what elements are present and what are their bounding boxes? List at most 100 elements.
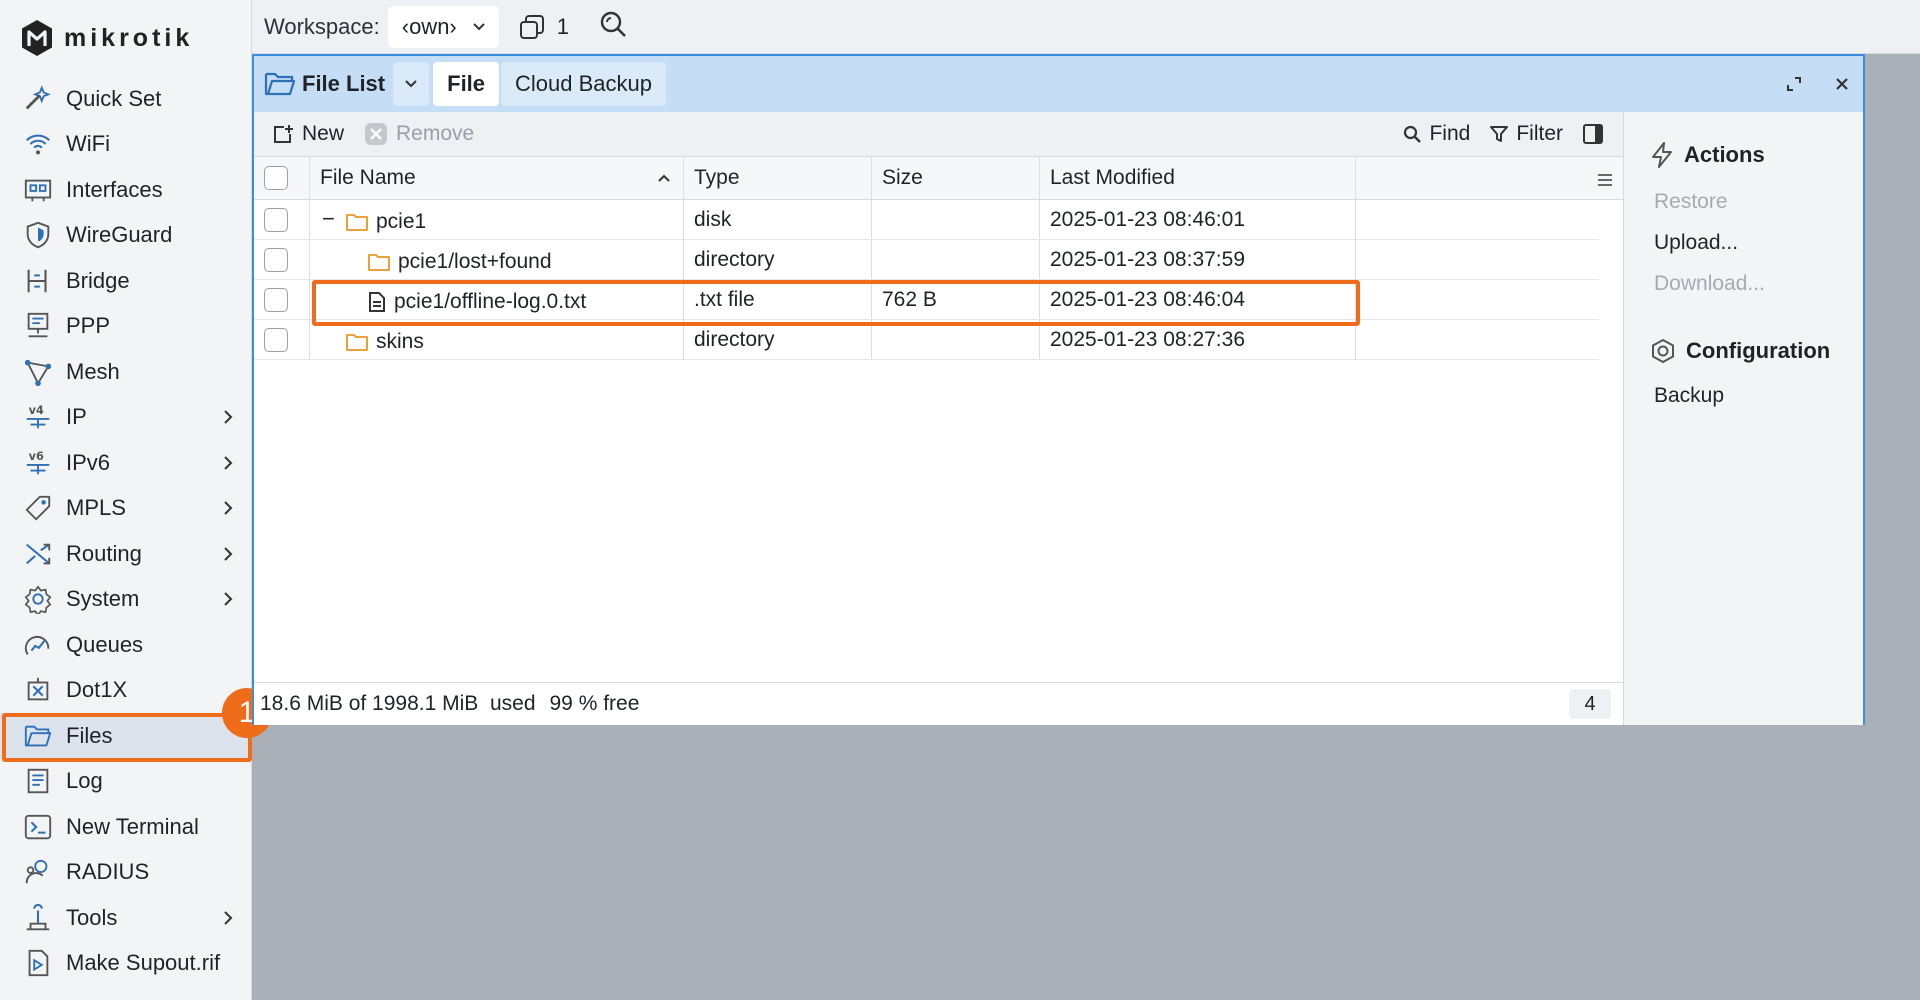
sidebar-item-wireguard[interactable]: WireGuard [0, 213, 252, 259]
windows-button[interactable]: 1 [519, 14, 569, 40]
row-select-cell [254, 280, 310, 319]
sidebar-item-queues[interactable]: Queues [0, 622, 252, 668]
column-header-last-modified[interactable]: Last Modified [1040, 157, 1356, 199]
topbar: Workspace: ‹own› 1 [252, 0, 1920, 54]
file-name-cell: pcie1/offline-log.0.txt [310, 280, 684, 319]
sidebar-item-wifi[interactable]: WiFi [0, 122, 252, 168]
row-checkbox[interactable] [264, 327, 288, 352]
file-name-cell: − pcie1 [310, 200, 684, 239]
new-button[interactable]: New [262, 112, 354, 156]
column-menu-button[interactable] [1597, 169, 1613, 193]
side-panel: Actions Restore Upload... Download... Co… [1623, 112, 1863, 725]
sidebar-item-label: Queues [66, 631, 144, 657]
table-row[interactable]: − pcie1 disk 2025-01-23 08:46:01 [254, 200, 1599, 240]
restore-action[interactable]: Restore [1654, 190, 1728, 214]
mikrotik-logo: MikroTik [20, 18, 193, 58]
toggle-side-panel-button[interactable] [1573, 112, 1613, 156]
sidebar-item-label: WireGuard [66, 222, 173, 248]
sidebar-item-radius[interactable]: RADIUS [0, 850, 252, 896]
disk-usage-text: 18.6 MiB of 1998.1 MiB used [260, 692, 536, 715]
quick-set-icon [22, 83, 54, 115]
sidebar-item-bridge[interactable]: Bridge [0, 258, 252, 304]
sidebar-item-ip[interactable]: v4 IP [0, 395, 252, 441]
maximize-button[interactable] [1780, 70, 1808, 98]
sidebar-item-ppp[interactable]: PPP [0, 304, 252, 350]
sidebar-item-interfaces[interactable]: Interfaces [0, 167, 252, 213]
size-cell [872, 200, 1040, 239]
type-cell: disk [684, 200, 872, 239]
sidebar-item-routing[interactable]: Routing [0, 531, 252, 577]
tab-cloud-backup[interactable]: Cloud Backup [501, 62, 667, 106]
system-icon [22, 583, 54, 615]
brand-name: MikroTik [64, 23, 194, 52]
find-button[interactable]: Find [1393, 112, 1480, 156]
file-type: directory [694, 247, 775, 271]
row-checkbox[interactable] [264, 287, 288, 312]
sidebar-item-label: Routing [66, 540, 142, 566]
workspace-select[interactable]: ‹own› [387, 5, 499, 48]
row-select-cell [254, 200, 310, 239]
mikrotik-logo-icon [22, 20, 52, 56]
upload-action[interactable]: Upload... [1654, 231, 1738, 255]
sidebar-item-log[interactable]: Log [0, 759, 252, 805]
file-icon [369, 292, 385, 312]
column-header-file-name[interactable]: File Name [310, 157, 684, 199]
disk-free-text: 99 % free [549, 692, 640, 715]
type-cell: directory [684, 240, 872, 279]
log-icon [22, 765, 54, 797]
chevron-right-icon [224, 911, 233, 925]
file-list-window: File List File Cloud Backup New Remove F… [252, 54, 1865, 725]
sidebar-item-label: New Terminal [66, 813, 199, 839]
select-all-checkbox[interactable] [264, 166, 288, 190]
sidebar-item-label: Tools [66, 904, 118, 930]
backup-config-item[interactable]: Backup [1654, 384, 1724, 408]
column-header-type[interactable]: Type [684, 157, 872, 199]
tab-file[interactable]: File [433, 62, 500, 106]
remove-button[interactable]: Remove [354, 112, 484, 156]
row-count-badge: 4 [1569, 689, 1611, 719]
sidebar-item-quick-set[interactable]: Quick Set [0, 76, 252, 122]
close-window-button[interactable] [1828, 70, 1856, 98]
sidebar-item-tools[interactable]: Tools [0, 895, 252, 941]
routing-icon [22, 538, 54, 570]
files-icon [22, 720, 54, 752]
sidebar-item-system[interactable]: System [0, 577, 252, 623]
type-cell: directory [684, 320, 872, 359]
modified-cell: 2025-01-23 08:27:36 [1040, 320, 1356, 359]
wireguard-icon [22, 219, 54, 251]
chevron-right-icon [224, 592, 233, 606]
radius-icon [22, 856, 54, 888]
sidebar-item-label: Files [66, 722, 113, 748]
column-header-label: Size [882, 166, 923, 189]
row-checkbox[interactable] [264, 247, 288, 272]
sidebar-item-files[interactable]: Files [0, 713, 252, 759]
sidebar-item-label: RADIUS [66, 859, 150, 885]
row-checkbox[interactable] [264, 207, 288, 232]
file-type: .txt file [694, 287, 755, 311]
sidebar-item-dot1x[interactable]: Dot1X [0, 668, 252, 714]
expand-icon [1787, 77, 1801, 91]
collapse-toggle[interactable]: − [322, 206, 335, 232]
last-modified: 2025-01-23 08:46:01 [1050, 207, 1245, 231]
sidebar-item-make-supout-rif[interactable]: Make Supout.rif [0, 941, 252, 987]
select-all-cell [254, 157, 310, 199]
sidebar-item-mpls[interactable]: MPLS [0, 486, 252, 532]
table-row[interactable]: pcie1/offline-log.0.txt .txt file 762 B 202… [254, 280, 1599, 320]
chevron-right-icon [224, 456, 233, 470]
last-modified: 2025-01-23 08:46:04 [1050, 287, 1245, 311]
table-row[interactable]: pcie1/lost+found directory 2025-01-23 08:3… [254, 240, 1599, 280]
search-icon [600, 11, 626, 37]
sidebar-item-new-terminal[interactable]: New Terminal [0, 804, 252, 850]
sidebar-item-ipv6[interactable]: v6 IPv6 [0, 440, 252, 486]
sidebar-item-mesh[interactable]: Mesh [0, 349, 252, 395]
bridge-icon [22, 265, 54, 297]
filter-button[interactable]: Filter [1480, 112, 1573, 156]
folder-icon [368, 254, 390, 271]
file-name: pcie1/lost+found [398, 250, 552, 273]
column-header-size[interactable]: Size [872, 157, 1040, 199]
window-menu-dropdown[interactable] [393, 62, 430, 106]
global-search-button[interactable] [599, 10, 627, 44]
table-row[interactable]: skins directory 2025-01-23 08:27:36 [254, 320, 1599, 360]
file-size: 762 B [882, 287, 937, 311]
download-action[interactable]: Download... [1654, 272, 1765, 296]
